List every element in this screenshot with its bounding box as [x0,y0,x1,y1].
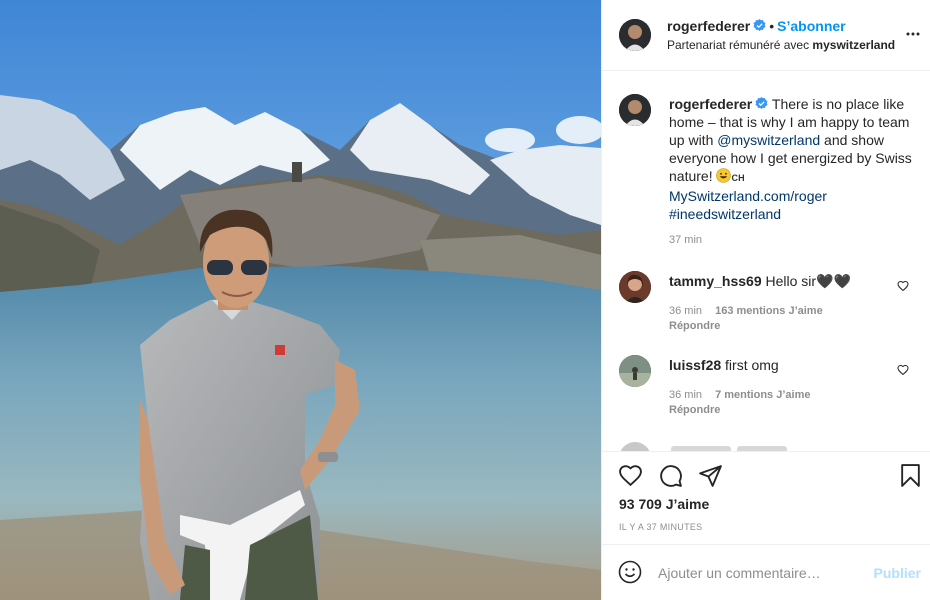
comment-username[interactable]: luissf28 [669,357,721,373]
publish-button[interactable]: Publier [874,565,921,581]
save-icon[interactable] [898,463,923,488]
verified-badge-icon [753,19,766,31]
hashtag-link[interactable]: #ineedswitzerland [669,206,781,222]
partner-link[interactable]: myswitzerland [812,38,895,52]
follow-button[interactable]: Sʼabonner [777,18,845,34]
emoji-icon[interactable] [618,560,642,584]
caption-time: 37 min [669,234,703,246]
paid-partnership-line: Partenariat rémunéré avec myswitzerland [667,38,895,52]
caption-text: rogerfederer There is no place like home… [669,95,914,223]
reply-button[interactable]: Répondre [669,404,720,416]
action-bar: 93 709 J’aime IL Y A 37 MINUTES [602,451,930,544]
post-header: rogerfederer • Sʼabonner Partenariat rémun… [602,0,930,71]
mention-link[interactable]: @myswitzerland [717,132,820,148]
commenter-avatar[interactable] [619,355,651,387]
truncated-comment [619,440,919,451]
comment-body: Hello sir🖤🖤 [765,273,851,289]
comment-meta: 36 min 163 mentions J’aime [669,305,823,317]
comment-time: 36 min [669,305,703,317]
reply-button[interactable]: Répondre [669,320,720,332]
partnership-prefix: Partenariat rémunéré avec [667,38,810,52]
heart-icon[interactable] [897,364,909,376]
author-avatar[interactable] [619,19,651,51]
avatar-image [619,94,651,126]
comment-item: tammy_hss69 Hello sir🖤🖤 36 min 163 menti… [602,271,930,341]
avatar-image [619,271,651,303]
author-username[interactable]: rogerfederer [667,18,750,34]
comment-body: first omg [725,357,779,373]
partial-comment-shapes [620,442,787,451]
heart-icon[interactable] [618,463,643,488]
dot-separator: • [769,18,775,34]
comments-area[interactable]: rogerfederer There is no place like home… [602,71,930,451]
comment-likes[interactable]: 7 mentions J’aime [715,389,810,401]
avatar-image [619,19,651,51]
comment-input[interactable] [658,562,858,584]
post-side-panel: rogerfederer • Sʼabonner Partenariat rémun… [601,0,930,600]
comment-meta: 36 min 7 mentions J’aime [669,389,810,401]
post-timestamp: IL Y A 37 MINUTES [619,522,703,532]
comment-username[interactable]: tammy_hss69 [669,273,762,289]
avatar-image [619,355,651,387]
share-icon[interactable] [698,463,723,488]
post-photo[interactable] [0,0,601,600]
comment-text: luissf28 first omg [669,357,779,373]
verified-badge-icon [755,97,768,109]
grinning-emoji-icon [716,168,732,183]
flag-emoji: CH [731,173,745,183]
comment-icon[interactable] [658,463,683,488]
comment-time: 36 min [669,389,703,401]
comment-item: luissf28 first omg 36 min 7 mentions J’a… [602,355,930,425]
comment-text: tammy_hss69 Hello sir🖤🖤 [669,273,851,290]
add-comment-bar: Publier [602,544,930,600]
caption-username[interactable]: rogerfederer [669,96,752,112]
caption-url-link[interactable]: MySwitzerland.com/roger [669,188,827,204]
commenter-avatar[interactable] [619,271,651,303]
post-image [0,0,601,600]
heart-icon[interactable] [897,280,909,292]
caption-avatar[interactable] [619,94,651,126]
more-options-icon[interactable] [905,26,921,42]
comment-likes[interactable]: 163 mentions J’aime [715,305,823,317]
header-username-line: rogerfederer • Sʼabonner [667,18,846,34]
like-count[interactable]: 93 709 J’aime [619,496,709,512]
